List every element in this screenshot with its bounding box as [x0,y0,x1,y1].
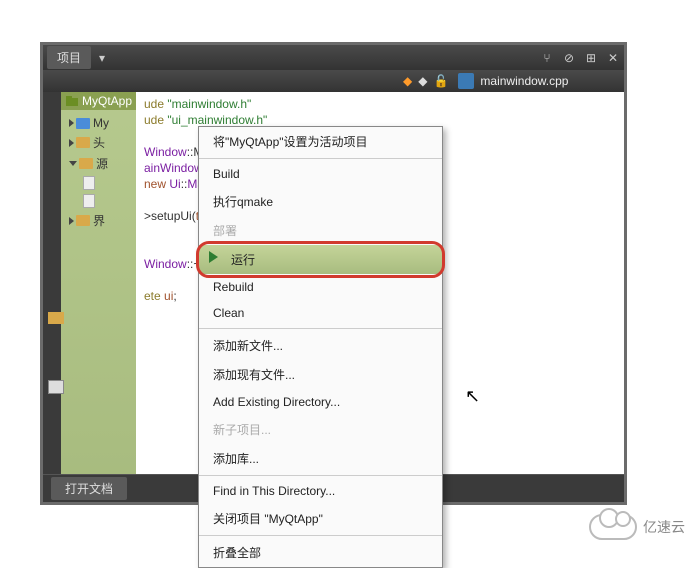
tree-item[interactable]: 源 [63,153,134,174]
open-documents-button[interactable]: 打开文档 [51,477,127,500]
code-text: Window [144,257,187,271]
tree-item[interactable]: 界 [63,210,134,231]
menu-separator [199,475,442,476]
tree-item-label: My [93,116,109,130]
tree-file[interactable] [77,192,134,210]
expand-icon[interactable] [69,217,74,225]
close-icon[interactable]: ✕ [602,47,624,69]
file-icon [83,176,95,190]
tree-root-label: MyQtApp [82,94,132,108]
play-icon [209,251,218,263]
folder-icon [76,137,90,148]
dropdown-chevron-icon[interactable]: ▾ [91,47,113,69]
add-icon[interactable]: ⊞ [580,47,602,69]
folder-icon [79,158,93,169]
link-icon[interactable]: ⊘ [558,47,580,69]
menu-separator [199,158,442,159]
code-text: ude [144,113,167,127]
tree-item[interactable]: My [63,114,134,132]
code-text: "mainwindow.h" [167,97,251,111]
menu-set-active[interactable]: 将"MyQtApp"设置为活动项目 [199,127,442,156]
menu-close-project[interactable]: 关闭项目 "MyQtApp" [199,504,442,533]
expand-icon[interactable] [69,161,77,166]
project-dropdown[interactable]: 项目 [47,46,91,69]
menu-collapse-all[interactable]: 折叠全部 [199,538,442,567]
code-text: new [144,177,169,191]
menu-rebuild[interactable]: Rebuild [199,274,442,300]
project-icon [65,95,79,107]
code-text: >setupUi( [144,209,196,223]
tree-item-label: 头 [93,134,105,151]
cloud-icon [589,514,637,540]
menu-find-directory[interactable]: Find in This Directory... [199,478,442,504]
folder-icon [76,118,90,129]
open-file-name[interactable]: mainwindow.cpp [480,74,568,88]
code-text: ude [144,97,167,111]
menu-new-subproject: 新子项目... [199,415,442,444]
menu-deploy: 部署 [199,216,442,245]
code-text: "ui_mainwindow.h" [167,113,267,127]
menu-add-new[interactable]: 添加新文件... [199,331,442,360]
file-icon [83,194,95,208]
expand-icon[interactable] [69,139,74,147]
menu-add-existing[interactable]: 添加现有文件... [199,360,442,389]
tree-root[interactable]: MyQtApp [61,92,136,110]
menu-build[interactable]: Build [199,161,442,187]
code-text: ete [144,289,164,303]
menu-add-directory[interactable]: Add Existing Directory... [199,389,442,415]
tree-item-label: 界 [93,212,105,229]
project-tree[interactable]: MyQtApp My 头 源 [61,92,136,474]
cpp-file-icon [458,73,474,89]
filter-icon[interactable]: ⑂ [536,47,558,69]
folder-icon [48,312,64,324]
watermark: 亿速云 [589,514,685,540]
menu-run-label: 运行 [231,253,255,267]
watermark-text: 亿速云 [643,517,685,537]
project-context-menu: 将"MyQtApp"设置为活动项目 Build 执行qmake 部署 运行 Re… [198,126,443,568]
tree-item-label: 源 [96,155,108,172]
projects-toolbar: 项目 ▾ ⑂ ⊘ ⊞ ✕ [43,45,624,70]
expand-icon[interactable] [69,119,74,127]
panel-icon [48,380,64,394]
nav-back-icon[interactable]: ◆ [403,74,412,88]
code-text: ainWindow [144,161,203,175]
code-text: Window [144,145,187,159]
menu-separator [199,328,442,329]
code-text: Ui [169,177,180,191]
tree-item[interactable]: 头 [63,132,134,153]
menu-run[interactable]: 运行 [199,245,442,274]
folder-icon [76,215,90,226]
lock-icon[interactable]: 🔓 [433,74,448,88]
code-text: ; [173,289,176,303]
menu-clean[interactable]: Clean [199,300,442,326]
code-text: ui [164,289,173,303]
menu-separator [199,535,442,536]
nav-forward-icon[interactable]: ◆ [418,74,427,88]
editor-tabbar: ◆ ◆ 🔓 mainwindow.cpp [43,70,624,92]
menu-add-library[interactable]: 添加库... [199,444,442,473]
tree-file[interactable] [77,174,134,192]
mode-sidebar[interactable] [43,92,61,474]
menu-qmake[interactable]: 执行qmake [199,187,442,216]
